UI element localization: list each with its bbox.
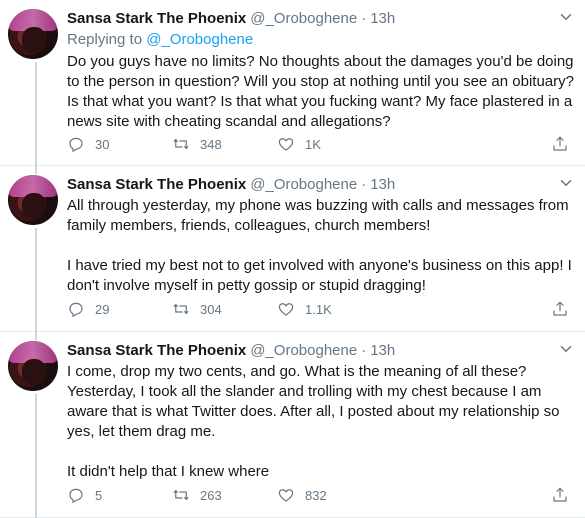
separator-dot: ·: [361, 175, 367, 193]
retweet-button[interactable]: 304: [172, 300, 277, 318]
share-button[interactable]: [551, 135, 569, 153]
reply-count: 5: [95, 487, 103, 503]
thread-connector: [35, 394, 37, 518]
avatar[interactable]: [8, 341, 58, 391]
reply-button[interactable]: 30: [67, 135, 172, 153]
share-icon: [553, 136, 567, 151]
replying-prefix: Replying to: [67, 31, 147, 48]
user-handle[interactable]: @_Oroboghene: [250, 10, 357, 27]
retweet-count: 348: [200, 136, 222, 152]
like-count: 1K: [305, 136, 321, 152]
like-icon: [278, 489, 294, 502]
avatar[interactable]: [8, 9, 58, 59]
thread-connector: [35, 228, 37, 332]
retweet-button[interactable]: 263: [172, 486, 277, 504]
avatar[interactable]: [8, 175, 58, 225]
tweet-timestamp[interactable]: 13h: [370, 342, 395, 359]
retweet-icon: [173, 489, 189, 501]
tweet-timestamp[interactable]: 13h: [370, 176, 395, 193]
reply-count: 30: [95, 136, 110, 152]
replying-to: Replying to @_Oroboghene: [67, 30, 575, 50]
display-name[interactable]: Sansa Stark The Phoenix: [67, 176, 246, 193]
replying-to-link[interactable]: @_Oroboghene: [146, 31, 253, 48]
separator-dot: ·: [361, 341, 367, 359]
tweet-actions: 30 348 1K: [67, 135, 567, 153]
reply-button[interactable]: 29: [67, 300, 172, 318]
reply-icon: [69, 488, 83, 504]
retweet-count: 304: [200, 301, 222, 317]
like-count: 1.1K: [305, 301, 332, 317]
reply-icon: [69, 137, 83, 153]
reply-count: 29: [95, 301, 110, 317]
like-button[interactable]: 1K: [277, 135, 382, 153]
retweet-count: 263: [200, 487, 222, 503]
reply-button[interactable]: 5: [67, 486, 172, 504]
like-button[interactable]: 1.1K: [277, 300, 382, 318]
separator-dot: ·: [361, 9, 367, 27]
thread-connector: [35, 62, 37, 166]
tweet-text: Do you guys have no limits? No thoughts …: [67, 53, 579, 130]
tweet-3[interactable]: Sansa Stark The Phoenix @_Oroboghene · 1…: [0, 332, 585, 518]
like-count: 832: [305, 487, 327, 503]
like-icon: [278, 138, 294, 151]
share-icon: [553, 301, 567, 316]
like-button[interactable]: 832: [277, 486, 382, 504]
display-name[interactable]: Sansa Stark The Phoenix: [67, 342, 246, 359]
tweet-text: I come, drop my two cents, and go. What …: [67, 363, 560, 480]
tweet-timestamp[interactable]: 13h: [370, 10, 395, 27]
user-handle[interactable]: @_Oroboghene: [250, 176, 357, 193]
share-button[interactable]: [551, 486, 569, 504]
retweet-button[interactable]: 348: [172, 135, 277, 153]
tweet-1[interactable]: Sansa Stark The Phoenix @_Oroboghene · 1…: [0, 0, 585, 166]
tweet-text: All through yesterday, my phone was buzz…: [67, 197, 572, 294]
caret-down-icon[interactable]: [557, 174, 575, 192]
thread-connector: [35, 166, 37, 174]
retweet-icon: [173, 303, 189, 315]
tweet-actions: 29 304 1.1K: [67, 300, 567, 318]
caret-down-icon[interactable]: [557, 8, 575, 26]
user-handle[interactable]: @_Oroboghene: [250, 342, 357, 359]
tweet-2[interactable]: Sansa Stark The Phoenix @_Oroboghene · 1…: [0, 166, 585, 332]
retweet-icon: [173, 138, 189, 150]
caret-down-icon[interactable]: [557, 340, 575, 358]
like-icon: [278, 303, 294, 316]
share-icon: [553, 487, 567, 502]
thread-connector: [35, 332, 37, 340]
reply-icon: [69, 302, 83, 318]
tweet-actions: 5 263 832: [67, 486, 567, 504]
display-name[interactable]: Sansa Stark The Phoenix: [67, 10, 246, 27]
share-button[interactable]: [551, 300, 569, 318]
